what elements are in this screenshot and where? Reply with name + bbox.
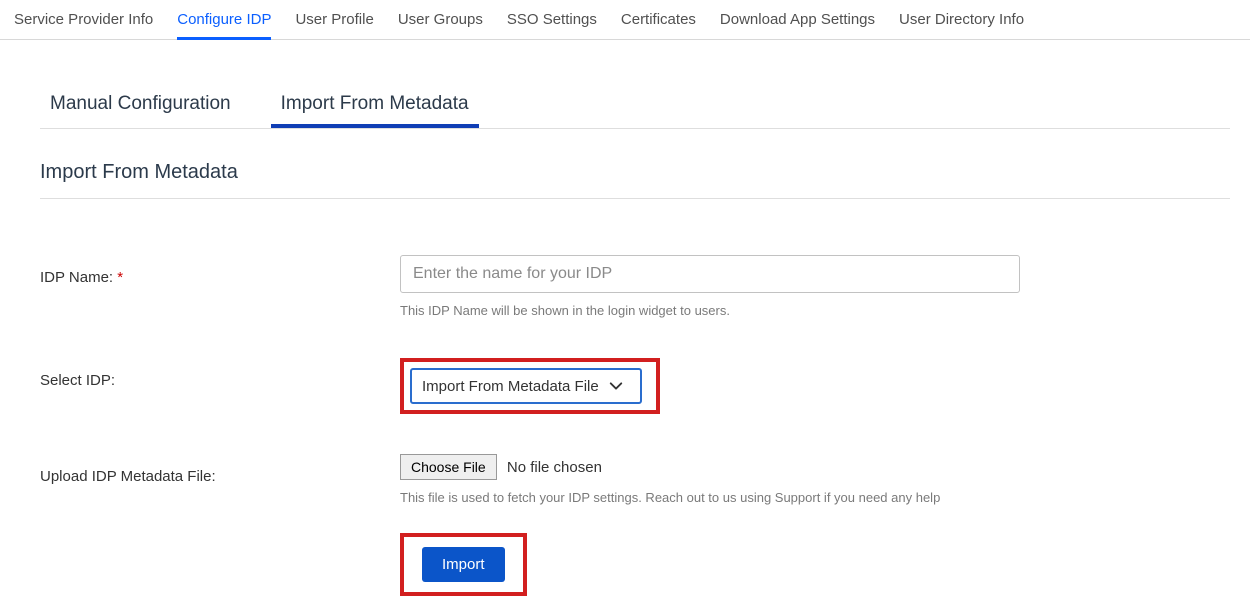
- tab-user-profile[interactable]: User Profile: [295, 0, 373, 40]
- tab-user-groups[interactable]: User Groups: [398, 0, 483, 40]
- select-idp-value: Import From Metadata File: [422, 378, 599, 395]
- control-upload-metadata: Choose File No file chosen This file is …: [400, 454, 1230, 505]
- highlight-select-idp: Import From Metadata File: [400, 358, 660, 414]
- tab-download-app-settings[interactable]: Download App Settings: [720, 0, 875, 40]
- subtab-manual-configuration[interactable]: Manual Configuration: [40, 80, 241, 128]
- tab-certificates[interactable]: Certificates: [621, 0, 696, 40]
- content-area: Manual Configuration Import From Metadat…: [0, 40, 1230, 596]
- label-idp-name: IDP Name: *: [40, 255, 400, 286]
- row-submit: Import: [400, 533, 1230, 596]
- required-asterisk: *: [117, 269, 123, 286]
- tab-user-directory-info[interactable]: User Directory Info: [899, 0, 1024, 40]
- chevron-down-icon: [609, 379, 623, 393]
- sub-tab-bar: Manual Configuration Import From Metadat…: [40, 80, 1230, 129]
- highlight-import-button: Import: [400, 533, 527, 596]
- top-tab-bar: Service Provider Info Configure IDP User…: [0, 0, 1250, 40]
- helper-idp-name: This IDP Name will be shown in the login…: [400, 303, 1230, 318]
- label-upload-metadata: Upload IDP Metadata File:: [40, 454, 400, 485]
- label-idp-name-text: IDP Name:: [40, 269, 117, 286]
- control-select-idp: Import From Metadata File: [400, 358, 1230, 414]
- section-title: Import From Metadata: [40, 161, 1230, 199]
- tab-configure-idp[interactable]: Configure IDP: [177, 0, 271, 40]
- label-select-idp: Select IDP:: [40, 358, 400, 389]
- choose-file-button[interactable]: Choose File: [400, 454, 497, 480]
- file-chosen-status: No file chosen: [507, 459, 602, 476]
- select-idp-dropdown[interactable]: Import From Metadata File: [410, 368, 642, 404]
- tab-sso-settings[interactable]: SSO Settings: [507, 0, 597, 40]
- idp-name-input[interactable]: [400, 255, 1020, 293]
- subtab-import-from-metadata[interactable]: Import From Metadata: [271, 80, 479, 128]
- row-upload-metadata: Upload IDP Metadata File: Choose File No…: [40, 454, 1230, 505]
- row-select-idp: Select IDP: Import From Metadata File: [40, 358, 1230, 414]
- import-button[interactable]: Import: [422, 547, 505, 582]
- control-idp-name: This IDP Name will be shown in the login…: [400, 255, 1230, 318]
- tab-service-provider-info[interactable]: Service Provider Info: [14, 0, 153, 40]
- helper-upload: This file is used to fetch your IDP sett…: [400, 490, 1230, 505]
- row-idp-name: IDP Name: * This IDP Name will be shown …: [40, 255, 1230, 318]
